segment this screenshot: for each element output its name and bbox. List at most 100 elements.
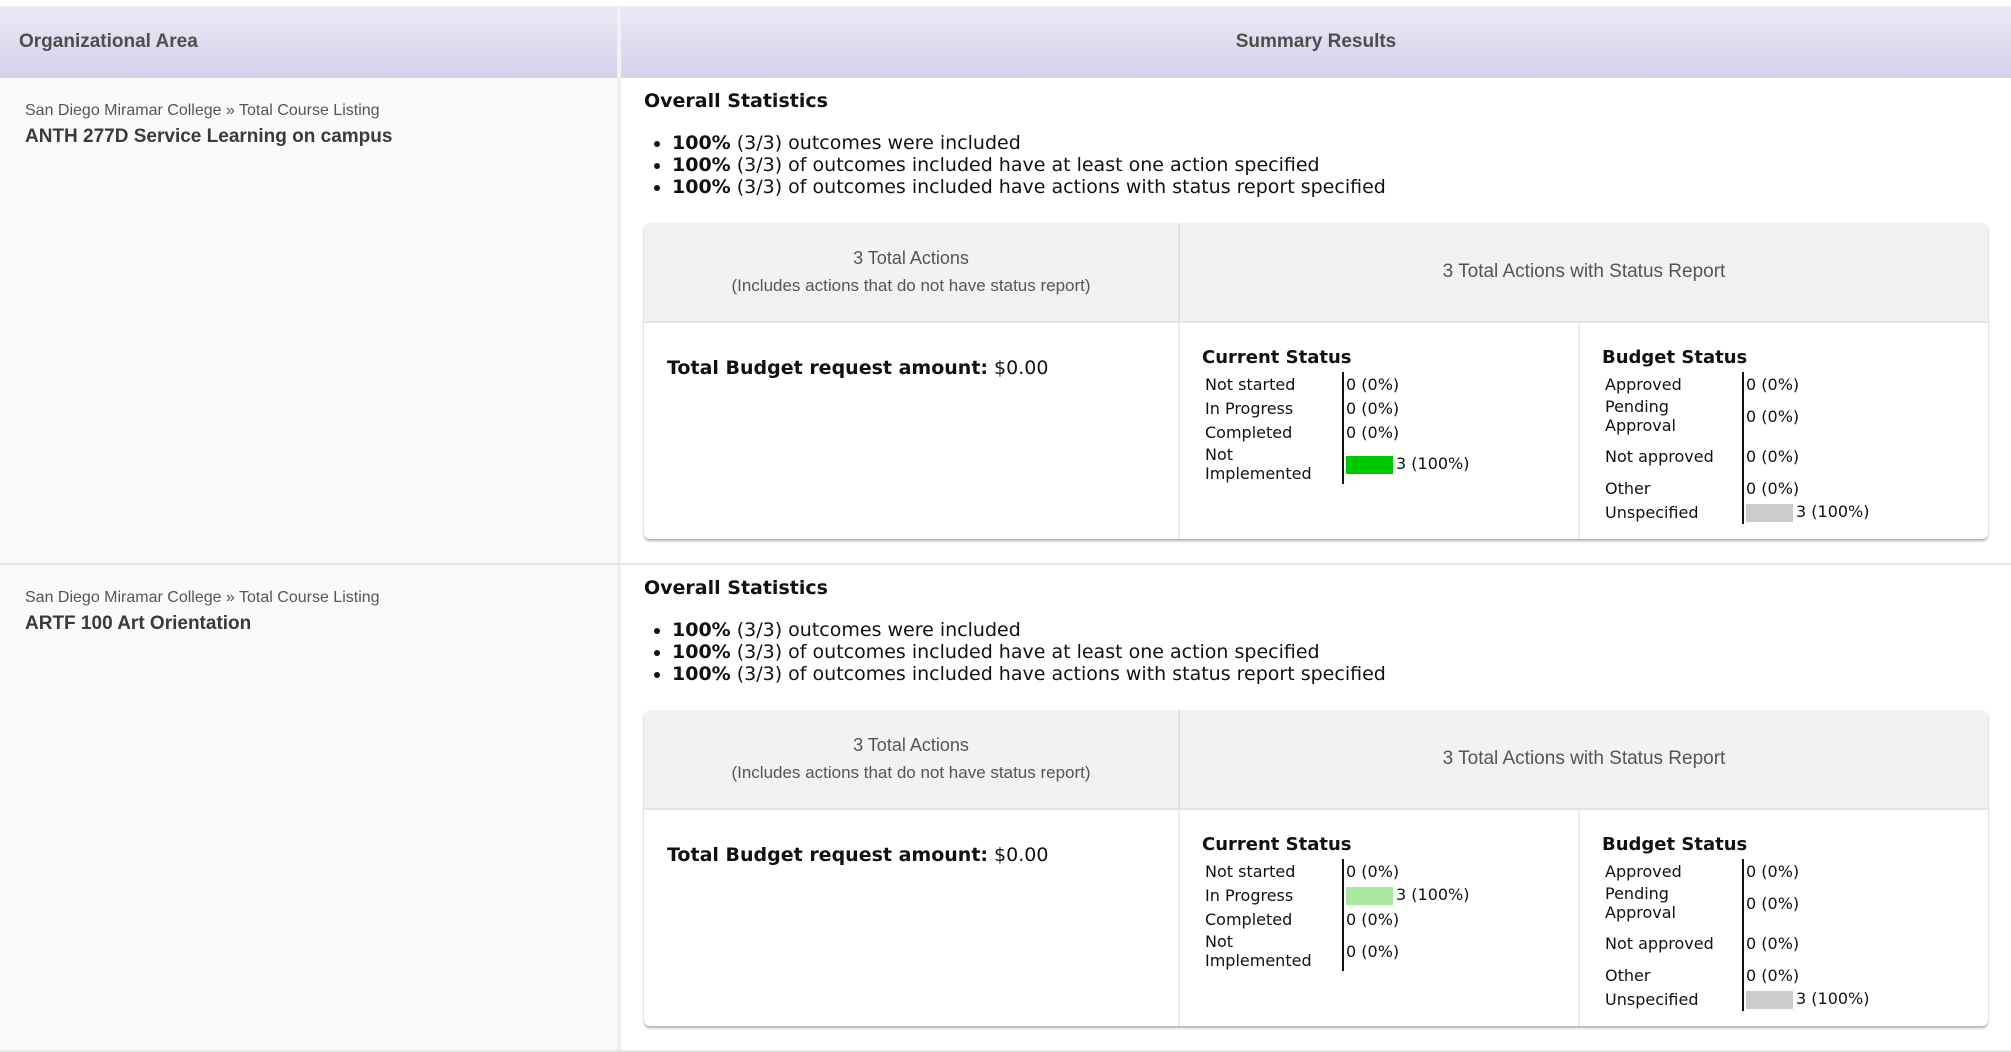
actions-summary-box: 3 Total Actions (Includes actions that do… <box>644 223 1988 539</box>
total-actions-note: (Includes actions that do not have statu… <box>731 763 1091 782</box>
budget-status-row-label: Approved <box>1605 374 1682 394</box>
budget-status-row-value: 3 (100%) <box>1796 502 1870 522</box>
budget-status-row-value: 0 (0%) <box>1746 446 1800 466</box>
current-status-row-value: 0 (0%) <box>1346 861 1400 881</box>
current-status-row-label: Completed <box>1205 422 1293 442</box>
budget-status-row: Pending Approval 0 (0%) <box>1602 396 1870 436</box>
current-status-title: Current Status <box>1202 347 1352 368</box>
budget-status-row-value-cell: 3 (100%) <box>1742 500 1870 524</box>
current-status-section: Current Status Not started 0 (0%) In Progre… <box>1180 810 1580 1026</box>
statistic-item: 100% (3/3) outcomes were included <box>672 619 1988 641</box>
actions-summary-body: Total Budget request amount: $0.00 Curren… <box>644 321 1988 539</box>
actions-with-status-label: 3 Total Actions with Status Report <box>1442 748 1726 769</box>
budget-status-row-label: Not approved <box>1605 933 1714 953</box>
summary-results-cell: Overall Statistics 100% (3/3) outcomes we… <box>621 78 2011 563</box>
total-budget-label: Total Budget request amount: <box>667 844 988 866</box>
budget-status-row-value-cell: 0 (0%) <box>1742 963 1870 987</box>
course-title[interactable]: ARTF 100 Art Orientation <box>25 613 617 635</box>
current-status-row-label: In Progress <box>1205 398 1294 418</box>
budget-status-section: Budget Status Approved 0 (0%) Pending Appro… <box>1580 323 1988 539</box>
total-actions-label: 3 Total Actions <box>853 735 969 755</box>
current-status-row-value-cell: 0 (0%) <box>1342 931 1470 971</box>
budget-status-row-value: 0 (0%) <box>1746 861 1800 881</box>
budget-status-row-value: 3 (100%) <box>1796 989 1870 1009</box>
statistic-text: (3/3) of outcomes included have at least… <box>730 641 1320 663</box>
budget-status-row-label: Approved <box>1605 861 1682 881</box>
statistic-percent: 100% <box>672 619 731 641</box>
total-actions-cell: 3 Total Actions (Includes actions that do… <box>644 223 1180 321</box>
budget-status-row-label: Unspecified <box>1605 502 1699 522</box>
summary-results-cell: Overall Statistics 100% (3/3) outcomes we… <box>621 565 2011 1050</box>
current-status-row-bar <box>1346 886 1393 905</box>
report-page: Organizational Area Summary Results San … <box>0 0 2011 1052</box>
current-status-row: Not Implemented 3 (100%) <box>1202 444 1470 484</box>
breadcrumb[interactable]: San Diego Miramar College » Total Course… <box>25 102 617 120</box>
budget-status-row-table: Approved 0 (0%) Pending Approval 0 (0%) Not … <box>1602 859 1870 1011</box>
current-status-row: In Progress 3 (100%) <box>1202 883 1470 907</box>
current-status-row-value-cell: 0 (0%) <box>1342 420 1470 444</box>
current-status-section: Current Status Not started 0 (0%) In Progre… <box>1180 323 1580 539</box>
budget-status-row-value-cell: 0 (0%) <box>1742 372 1870 396</box>
budget-status-row-value: 0 (0%) <box>1746 893 1800 913</box>
budget-status-title: Budget Status <box>1602 347 1748 368</box>
budget-status-row-value-cell: 0 (0%) <box>1742 476 1870 500</box>
current-status-row-label: Completed <box>1205 909 1293 929</box>
budget-status-section: Budget Status Approved 0 (0%) Pending Appro… <box>1580 810 1988 1026</box>
statistic-item: 100% (3/3) of outcomes included have act… <box>672 176 1988 198</box>
current-status-row-value-cell: 0 (0%) <box>1342 396 1470 420</box>
current-status-row-label: Not started <box>1205 374 1296 394</box>
budget-status-row-label: Not approved <box>1605 446 1714 466</box>
budget-status-row-label: Unspecified <box>1605 989 1699 1009</box>
report-rows: San Diego Miramar College » Total Course… <box>0 78 2011 1052</box>
budget-status-row-value: 0 (0%) <box>1746 933 1800 953</box>
current-status-row: Completed 0 (0%) <box>1202 420 1470 444</box>
current-status-row-value-cell: 0 (0%) <box>1342 372 1470 396</box>
current-status-title: Current Status <box>1202 834 1352 855</box>
overall-statistics-title: Overall Statistics <box>644 90 828 112</box>
total-budget-value: $0.00 <box>988 844 1049 866</box>
current-status-row-value-cell: 3 (100%) <box>1342 883 1470 907</box>
current-status-row-value-cell: 3 (100%) <box>1342 444 1470 484</box>
statistic-text: (3/3) outcomes were included <box>730 619 1021 641</box>
budget-status-row: Pending Approval 0 (0%) <box>1602 883 1870 923</box>
budget-status-row: Unspecified 3 (100%) <box>1602 987 1870 1011</box>
budget-status-row-label: Other <box>1605 478 1651 498</box>
statistic-item: 100% (3/3) of outcomes included have act… <box>672 663 1988 685</box>
course-title[interactable]: ANTH 277D Service Learning on campus <box>25 126 617 148</box>
org-area-cell: San Diego Miramar College » Total Course… <box>0 565 621 1050</box>
breadcrumb[interactable]: San Diego Miramar College » Total Course… <box>25 589 617 607</box>
current-status-row-label: In Progress <box>1205 885 1294 905</box>
current-status-row: Not Implemented 0 (0%) <box>1202 931 1470 971</box>
current-status-row-value: 0 (0%) <box>1346 374 1400 394</box>
statistic-text: (3/3) outcomes were included <box>730 132 1021 154</box>
budget-status-row-value-cell: 0 (0%) <box>1742 436 1870 476</box>
table-header: Organizational Area Summary Results <box>0 6 2011 78</box>
statistic-item: 100% (3/3) of outcomes included have at … <box>672 154 1988 176</box>
current-status-row: Not started 0 (0%) <box>1202 372 1470 396</box>
current-status-row-value: 3 (100%) <box>1396 454 1470 474</box>
course-row: San Diego Miramar College » Total Course… <box>0 78 2011 565</box>
current-status-row-value: 0 (0%) <box>1346 941 1400 961</box>
current-status-row-value: 0 (0%) <box>1346 422 1400 442</box>
budget-status-row: Approved 0 (0%) <box>1602 372 1870 396</box>
budget-status-row-label: Other <box>1605 965 1651 985</box>
total-actions-cell: 3 Total Actions (Includes actions that do… <box>644 710 1180 808</box>
course-row: San Diego Miramar College » Total Course… <box>0 565 2011 1052</box>
statistic-percent: 100% <box>672 176 731 198</box>
total-actions-label: 3 Total Actions <box>853 248 969 268</box>
org-area-cell: San Diego Miramar College » Total Course… <box>0 78 621 563</box>
current-status-row: Completed 0 (0%) <box>1202 907 1470 931</box>
total-actions-note: (Includes actions that do not have statu… <box>731 276 1091 295</box>
current-status-row-label: Not Implemented <box>1205 932 1312 970</box>
column-header-summary-results: Summary Results <box>621 6 2011 78</box>
overall-statistics-list: 100% (3/3) outcomes were included100% (3… <box>644 619 1988 685</box>
current-status-row-bar <box>1346 455 1393 474</box>
budget-status-row: Unspecified 3 (100%) <box>1602 500 1870 524</box>
current-status-row: Not started 0 (0%) <box>1202 859 1470 883</box>
current-status-row-label: Not Implemented <box>1205 445 1312 483</box>
actions-summary-box: 3 Total Actions (Includes actions that do… <box>644 710 1988 1026</box>
actions-summary-body: Total Budget request amount: $0.00 Curren… <box>644 808 1988 1026</box>
current-status-row-value-cell: 0 (0%) <box>1342 907 1470 931</box>
budget-status-row-value-cell: 0 (0%) <box>1742 859 1870 883</box>
budget-status-row: Not approved 0 (0%) <box>1602 436 1870 476</box>
